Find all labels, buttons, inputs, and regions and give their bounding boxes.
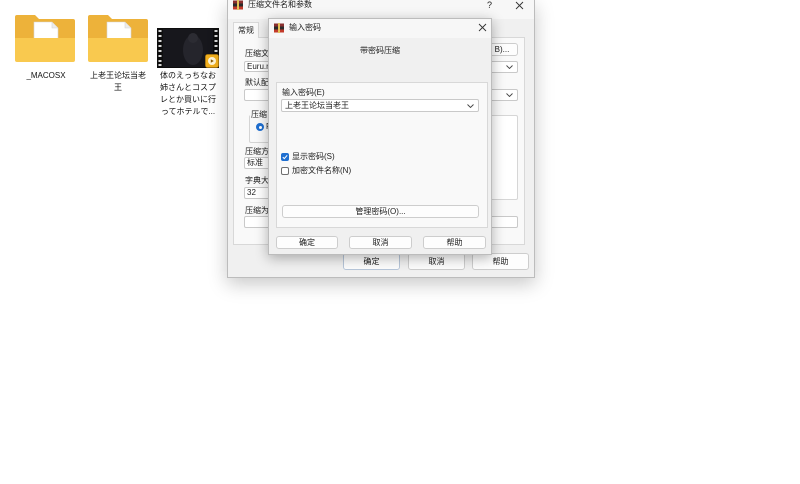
archive-format-group-label: 压缩 [250, 110, 268, 120]
close-icon [515, 1, 524, 10]
encrypt-file-names-label: 加密文件名称(N) [292, 166, 352, 175]
show-password-label: 显示密码(S) [292, 152, 335, 161]
ok-button[interactable]: 确定 [343, 253, 400, 270]
label-line: 体のえっちなお [160, 71, 216, 80]
label-line: ってホテルで... [160, 107, 216, 116]
dialog-heading: 带密码压缩 [360, 46, 400, 55]
folder-icon [88, 15, 148, 62]
media-player-icon [205, 54, 219, 68]
desktop-item-label: _MACOSX [12, 70, 80, 82]
cancel-button[interactable]: 取消 [349, 236, 412, 249]
archive-name-label: 压缩文 [245, 49, 269, 58]
encrypt-file-names-checkbox[interactable] [281, 167, 289, 175]
split-volumes-label: 压缩为 [245, 206, 269, 215]
cancel-button[interactable]: 取消 [408, 253, 465, 270]
password-dialog: 输入密码 带密码压缩 输入密码(E) 上老王论坛当老王 显示密码(S) 加密文件… [268, 18, 492, 255]
folder-icon [15, 15, 75, 62]
cancel-button-label: 取消 [372, 238, 389, 247]
desktop-item-video-file[interactable]: 体のえっちなお 姉さんとコスプ レとか買いに行 ってホテルで... [154, 8, 222, 120]
tab-label: 常规 [238, 26, 254, 35]
close-button[interactable] [515, 1, 524, 10]
default-profile-label: 默认配 [245, 78, 269, 87]
close-button[interactable] [478, 23, 487, 32]
password-combobox[interactable]: 上老王论坛当老王 [281, 99, 479, 112]
password-label: 输入密码(E) [282, 88, 325, 97]
dictionary-size-value: 32 [247, 188, 256, 197]
compression-method-label: 压缩方 [245, 147, 269, 156]
help-button-label: 帮助 [446, 238, 463, 247]
browse-button-label: B)... [494, 45, 510, 54]
winrar-icon [274, 23, 284, 33]
format-radio[interactable] [256, 123, 264, 131]
label-line: 上老王论坛当老 [90, 71, 146, 80]
help-button-label: 帮助 [492, 257, 509, 266]
label-line: 姉さんとコスプ [160, 83, 216, 92]
desktop-item-laowang-folder[interactable]: 上老王论坛当老 王 [84, 8, 152, 96]
close-icon [478, 23, 487, 32]
chevron-down-icon [506, 65, 513, 69]
encrypt-file-names-option[interactable]: 加密文件名称(N) [281, 166, 351, 176]
manage-passwords-button[interactable]: 管理密码(O)... [282, 205, 479, 218]
desktop-item-label: 体のえっちなお 姉さんとコスプ レとか買いに行 ってホテルで... [154, 70, 222, 118]
label-line: 王 [114, 83, 122, 92]
show-password-checkbox[interactable] [281, 153, 289, 161]
ok-button[interactable]: 确定 [276, 236, 338, 249]
password-value: 上老王论坛当老王 [285, 101, 349, 110]
chevron-down-icon [506, 93, 513, 97]
label-line: _MACOSX [26, 71, 66, 80]
show-password-option[interactable]: 显示密码(S) [281, 152, 335, 162]
desktop-item-label: 上老王论坛当老 王 [84, 70, 152, 94]
manage-passwords-label: 管理密码(O)... [355, 207, 406, 216]
compression-method-value: 标准 [247, 158, 263, 167]
tab-general[interactable]: 常规 [233, 22, 259, 38]
chevron-down-icon[interactable] [467, 103, 474, 108]
desktop-item-macosx-folder[interactable]: _MACOSX [12, 8, 80, 84]
ok-button-label: 确定 [299, 238, 315, 247]
help-button[interactable]: ? [487, 0, 492, 10]
dialog-title: 压缩文件名和参数 [248, 0, 312, 9]
ok-button-label: 确定 [363, 257, 380, 266]
label-line: レとか買いに行 [160, 95, 216, 104]
checkmark-icon [282, 154, 288, 160]
cancel-button-label: 取消 [428, 257, 445, 266]
winrar-icon [233, 0, 243, 10]
dialog-title: 输入密码 [289, 23, 321, 32]
help-button-bottom[interactable]: 帮助 [472, 253, 529, 270]
help-button[interactable]: 帮助 [423, 236, 486, 249]
dictionary-size-label: 字典大 [245, 176, 269, 185]
